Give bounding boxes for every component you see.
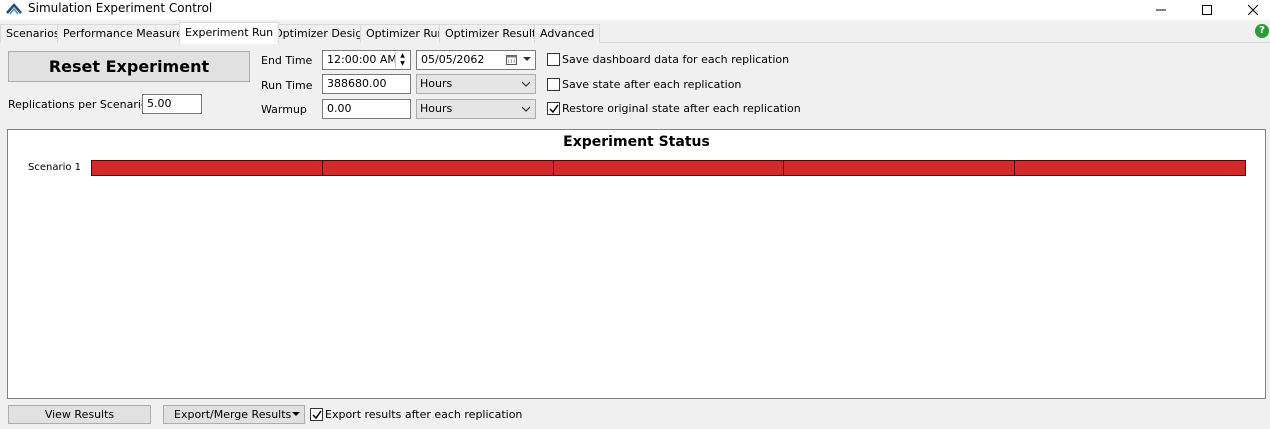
export-after-label: Export results after each replication bbox=[325, 408, 523, 421]
title-bar: Simulation Experiment Control bbox=[0, 0, 1270, 20]
tab-scenarios[interactable]: Scenarios bbox=[0, 24, 66, 43]
tab-optimizer-results[interactable]: Optimizer Results bbox=[439, 24, 549, 43]
run-time-label: Run Time bbox=[261, 79, 313, 92]
run-time-units-value: Hours bbox=[420, 77, 453, 90]
scenario-label: Scenario 1 bbox=[28, 162, 82, 173]
scenario-progress-bar bbox=[91, 160, 1246, 176]
maximize-button[interactable] bbox=[1184, 0, 1230, 20]
minimize-button[interactable] bbox=[1138, 0, 1184, 20]
app-icon bbox=[6, 3, 22, 15]
chevron-down-icon bbox=[292, 412, 300, 416]
experiment-status-panel: Experiment Status Scenario 1 bbox=[7, 129, 1266, 399]
close-button[interactable] bbox=[1230, 0, 1270, 20]
replication-segment bbox=[322, 161, 554, 175]
chevron-down-icon bbox=[522, 81, 530, 87]
close-icon bbox=[1248, 5, 1258, 15]
replication-segment bbox=[1015, 161, 1245, 175]
end-date-input[interactable]: 05/05/2062 bbox=[416, 50, 536, 70]
status-title: Experiment Status bbox=[563, 134, 710, 150]
warmup-label: Warmup bbox=[261, 103, 307, 116]
tab-advanced[interactable]: Advanced bbox=[534, 24, 601, 43]
maximize-icon bbox=[1202, 5, 1212, 15]
replication-segment bbox=[553, 161, 785, 175]
end-date-value: 05/05/2062 bbox=[421, 53, 485, 66]
restore-state-label: Restore original state after each replic… bbox=[562, 102, 801, 115]
end-time-label: End Time bbox=[261, 54, 313, 67]
spin-down-icon[interactable]: ▼ bbox=[396, 60, 409, 68]
save-state-label: Save state after each replication bbox=[562, 78, 742, 91]
export-after-checkbox[interactable] bbox=[310, 408, 323, 421]
chevron-down-icon[interactable] bbox=[523, 57, 531, 62]
replications-label: Replications per Scenario bbox=[8, 98, 148, 111]
end-time-value: 12:00:00 AM bbox=[327, 53, 397, 66]
checkmark-icon bbox=[549, 104, 559, 114]
help-icon[interactable]: ? bbox=[1255, 24, 1269, 38]
warmup-units-value: Hours bbox=[420, 102, 453, 115]
export-merge-results-button[interactable]: Export/Merge Results bbox=[163, 405, 305, 424]
chevron-down-icon bbox=[522, 106, 530, 112]
save-dashboard-label: Save dashboard data for each replication bbox=[562, 53, 790, 66]
replication-segment bbox=[784, 161, 1016, 175]
time-spinner[interactable]: ▲ ▼ bbox=[395, 52, 409, 68]
minimize-icon bbox=[1156, 9, 1166, 11]
calendar-icon[interactable] bbox=[506, 54, 517, 65]
save-dashboard-checkbox[interactable] bbox=[547, 53, 560, 66]
tab-strip: Scenarios Performance Measures Experimen… bbox=[0, 22, 1270, 44]
tab-performance-measures[interactable]: Performance Measures bbox=[57, 24, 195, 43]
tab-experiment-run[interactable]: Experiment Run bbox=[179, 22, 280, 44]
restore-state-checkbox[interactable] bbox=[547, 102, 560, 115]
view-results-button[interactable]: View Results bbox=[8, 405, 151, 424]
save-state-checkbox[interactable] bbox=[547, 78, 560, 91]
replications-input[interactable]: 5.00 bbox=[142, 94, 202, 114]
warmup-input[interactable]: 0.00 bbox=[322, 99, 411, 119]
run-time-input[interactable]: 388680.00 bbox=[322, 74, 411, 94]
spin-up-icon[interactable]: ▲ bbox=[396, 52, 409, 60]
tab-optimizer-run[interactable]: Optimizer Run bbox=[360, 24, 451, 43]
run-time-units-select[interactable]: Hours bbox=[416, 74, 536, 94]
checkmark-icon bbox=[312, 410, 322, 420]
export-merge-label: Export/Merge Results bbox=[174, 408, 292, 421]
warmup-units-select[interactable]: Hours bbox=[416, 99, 536, 119]
window-title: Simulation Experiment Control bbox=[28, 1, 213, 15]
reset-experiment-button[interactable]: Reset Experiment bbox=[8, 51, 250, 82]
replication-segment bbox=[92, 161, 323, 175]
end-time-input[interactable]: 12:00:00 AM ▲ ▼ bbox=[322, 50, 411, 70]
